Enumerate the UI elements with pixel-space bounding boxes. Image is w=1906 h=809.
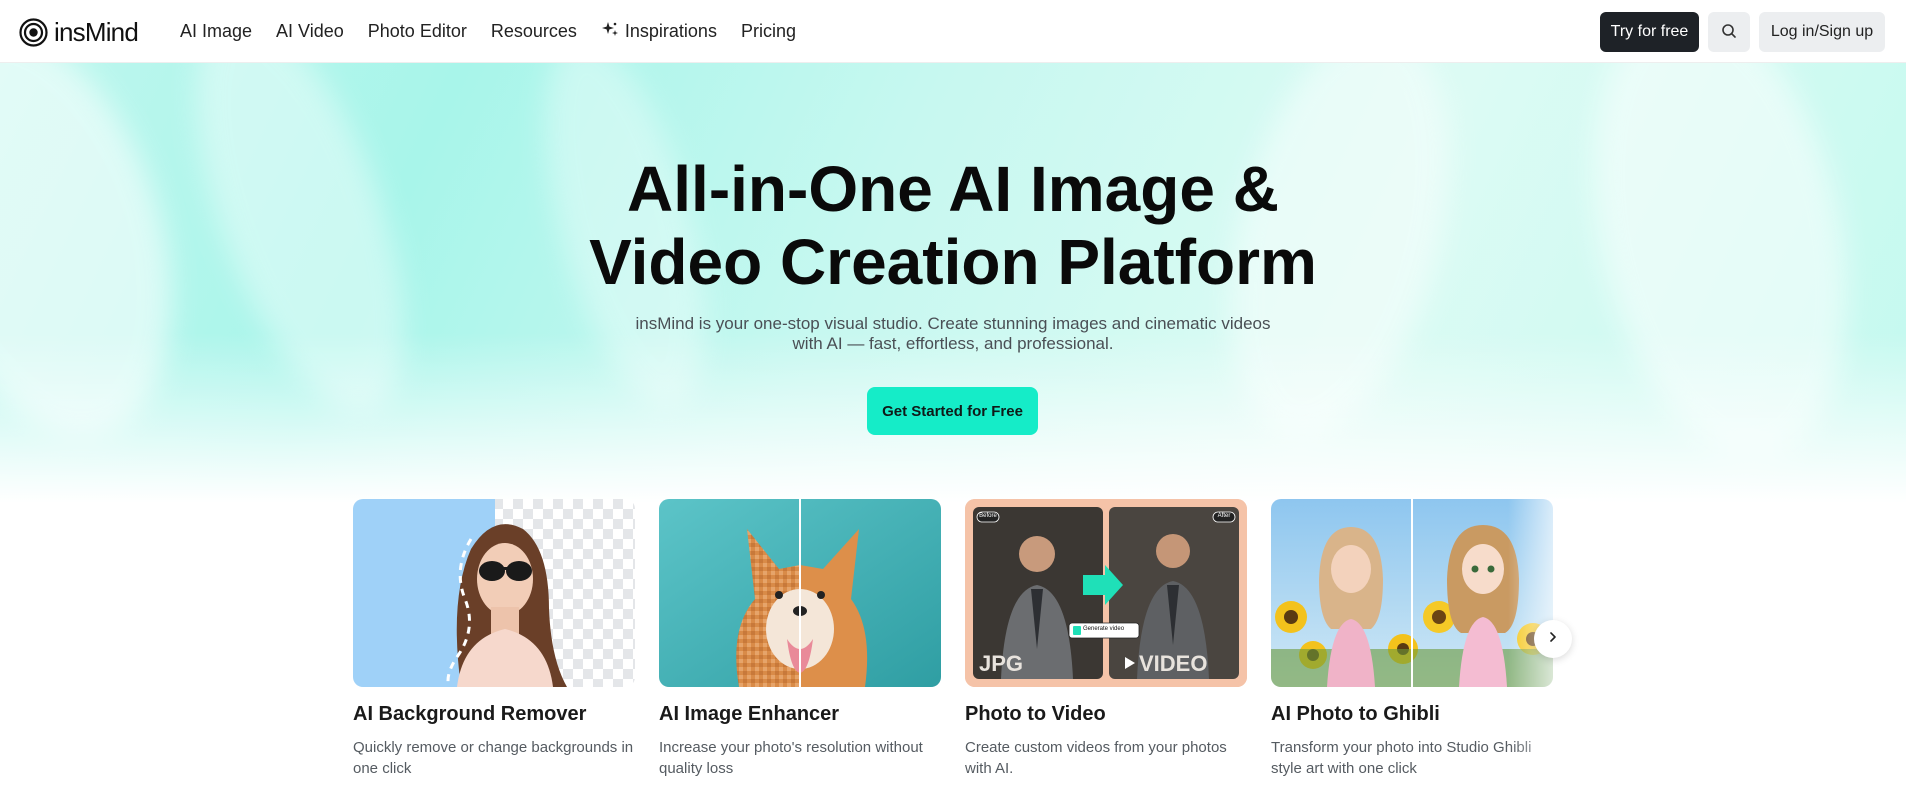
nav-link-pricing[interactable]: Pricing [741,21,796,42]
card-title: Photo to Video [965,703,1106,725]
card-description: Create custom videos from your photos wi… [965,739,1227,777]
card-image [659,499,941,687]
nav-link-photo-editor[interactable]: Photo Editor [368,21,467,42]
card-ai-background-remover[interactable]: AI Background Remover Quickly remove or … [353,499,635,779]
logo-text: insMind [54,17,139,47]
get-started-button[interactable]: Get Started for Free [867,387,1038,435]
card-description: Quickly remove or change backgrounds in … [353,739,634,777]
nav-link-inspirations[interactable]: Inspirations [601,20,717,43]
login-signup-button[interactable]: Log in/Sign up [1759,12,1885,52]
before-badge: Before [979,513,997,519]
hero-subtitle-line: with AI — fast, effortless, and professi… [792,334,1114,353]
tool-cards-carousel: AI Background Remover Quickly remove or … [353,499,1588,799]
hero-subtitle-line: insMind is your one-stop visual studio. … [635,314,1271,333]
card-image [353,499,635,687]
search-icon [1721,23,1737,42]
logo-icon [19,18,48,47]
card-description: Increase your photo's resolution without… [659,739,923,777]
jpg-label: JPG [979,651,1024,676]
hero-section: All-in-One AI Image & Video Creation Pla… [0,63,1906,503]
hero-title: All-in-One AI Image & Video Creation Pla… [0,153,1906,299]
card-ai-image-enhancer[interactable]: AI Image Enhancer Increase your photo's … [659,499,941,779]
hero-title-line: Video Creation Platform [589,226,1317,298]
search-button[interactable] [1708,12,1750,52]
hero-title-line: All-in-One AI Image & [627,153,1279,225]
nav-actions: Try for free Log in/Sign up [1600,12,1885,52]
nav-links: AI Image AI Video Photo Editor Resources… [180,0,820,63]
carousel-next-button[interactable] [1534,620,1572,658]
nav-link-label: Inspirations [624,21,717,41]
card-title: AI Image Enhancer [659,703,840,725]
sparkle-icon [601,20,619,43]
generate-video-label: Generate video [1083,626,1125,632]
nav-link-resources[interactable]: Resources [491,21,577,42]
logo[interactable]: insMind [19,17,139,48]
card-image: Before After Generate video JPG VIDEO [965,499,1247,687]
try-for-free-button[interactable]: Try for free [1600,12,1699,52]
chevron-right-icon [1547,630,1559,648]
hero-subtitle: insMind is your one-stop visual studio. … [0,314,1906,354]
card-title: AI Background Remover [353,703,587,725]
nav-link-ai-image[interactable]: AI Image [180,21,252,42]
after-badge: After [1217,513,1231,519]
video-label: VIDEO [1139,651,1208,676]
nav-link-ai-video[interactable]: AI Video [276,21,344,42]
top-nav: insMind AI Image AI Video Photo Editor R… [0,0,1906,63]
card-photo-to-video[interactable]: Before After Generate video JPG VIDEO Ph… [965,499,1247,779]
